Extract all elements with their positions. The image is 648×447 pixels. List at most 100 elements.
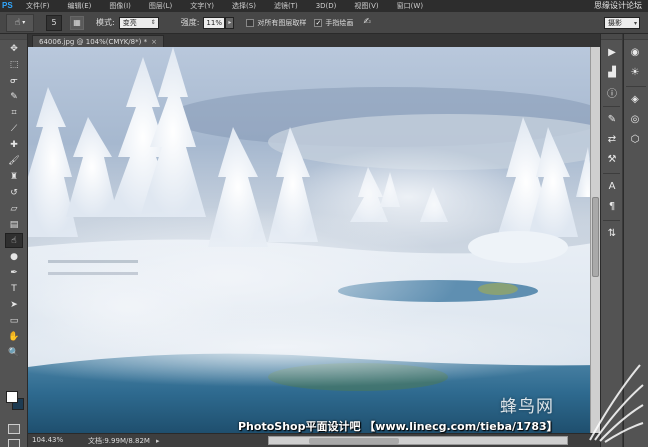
- document-canvas[interactable]: [28, 47, 600, 433]
- workspace-value: 摄影: [608, 19, 622, 27]
- lasso-tool-icon[interactable]: ᓂ: [5, 73, 23, 88]
- color-icon[interactable]: ◉: [627, 45, 643, 60]
- mode-label: 模式:: [96, 18, 115, 27]
- tool-preset-picker[interactable]: ☝ ▾: [6, 13, 34, 32]
- shape-tool-icon[interactable]: ▭: [5, 313, 23, 328]
- horizontal-scroll-thumb[interactable]: [309, 438, 399, 444]
- dock-separator: [603, 106, 620, 107]
- menu-type[interactable]: 文字(Y): [180, 1, 222, 11]
- dock-grip[interactable]: [624, 34, 648, 40]
- strength-input[interactable]: 11%: [203, 16, 226, 29]
- histogram-icon[interactable]: ▟: [604, 65, 620, 80]
- strength-value: 11%: [206, 18, 222, 27]
- toolbox-grip[interactable]: [0, 34, 27, 40]
- menu-view[interactable]: 视图(V): [344, 1, 386, 11]
- brush-panel-icon: ▦: [73, 18, 81, 27]
- horizontal-scrollbar[interactable]: [268, 436, 568, 445]
- info-icon[interactable]: ⓘ: [604, 85, 620, 100]
- channels-icon[interactable]: ◎: [627, 112, 643, 127]
- chevron-right-icon[interactable]: ▸: [156, 437, 160, 445]
- zoom-tool-icon[interactable]: 🔍: [5, 345, 23, 360]
- strength-dropdown[interactable]: ▸: [225, 16, 235, 29]
- smudge-tool-icon[interactable]: ☝: [5, 233, 23, 248]
- paths-icon[interactable]: ⬡: [627, 132, 643, 147]
- dock-separator: [626, 86, 646, 87]
- paragraph-icon[interactable]: ¶: [604, 199, 620, 214]
- smudge-icon: ☝: [14, 17, 21, 28]
- path-select-tool-icon[interactable]: ➤: [5, 297, 23, 312]
- swatches-icon[interactable]: ⇅: [604, 226, 620, 241]
- snow-landscape-image: [28, 47, 600, 433]
- clone-stamp-tool-icon[interactable]: ♜: [5, 169, 23, 184]
- sample-all-layers-label: 对所有图层取样: [257, 18, 307, 27]
- zoom-level-field[interactable]: 104.43%: [32, 435, 68, 446]
- ps-logo: PS: [2, 1, 13, 10]
- type-tool-icon[interactable]: T: [5, 281, 23, 296]
- marquee-tool-icon[interactable]: ⬚: [5, 57, 23, 72]
- vertical-scroll-thumb[interactable]: [592, 197, 599, 277]
- menu-select[interactable]: 选择(S): [222, 1, 264, 11]
- crop-tool-icon[interactable]: ⌗: [5, 105, 23, 120]
- dodge-tool-icon[interactable]: ●: [5, 249, 23, 264]
- document-tab[interactable]: 64006.jpg @ 104%(CMYK/8*) * ×: [32, 35, 164, 47]
- dock-separator: [603, 220, 620, 221]
- chevron-down-icon: ▾: [22, 19, 26, 26]
- eraser-tool-icon[interactable]: ▱: [5, 201, 23, 216]
- bird-wing-logo: [589, 364, 644, 443]
- layers-icon[interactable]: ◈: [627, 92, 643, 107]
- chevron-down-icon: ▸: [228, 19, 232, 26]
- healing-brush-tool-icon[interactable]: ✚: [5, 137, 23, 152]
- character-icon[interactable]: A: [604, 179, 620, 194]
- play-icon[interactable]: ▶: [604, 45, 620, 60]
- eyedropper-tool-icon[interactable]: ⟋: [5, 121, 23, 136]
- menu-edit[interactable]: 编辑(E): [58, 1, 100, 11]
- pressure-icon[interactable]: ✍: [363, 17, 375, 29]
- chevron-down-icon: ▾: [633, 19, 637, 27]
- document-size: 文档:9.99M/8.82M: [88, 436, 150, 445]
- close-icon[interactable]: ×: [151, 38, 157, 46]
- mode-value: 变亮: [122, 18, 137, 27]
- menu-layer[interactable]: 图层(L): [139, 1, 180, 11]
- document-tab-bar: 64006.jpg @ 104%(CMYK/8*) * ×: [28, 34, 600, 47]
- options-bar: ☝ ▾ 5 ▦ 模式: 变亮 ⇕ 强度: 11% ▸ 对所有图层取样 ✓ 手指绘画 …: [0, 12, 648, 34]
- quick-select-tool-icon[interactable]: ✎: [5, 89, 23, 104]
- menu-image[interactable]: 图像(I): [99, 1, 139, 11]
- brush-size-value: 5: [51, 18, 57, 27]
- menu-file[interactable]: 文件(F): [16, 1, 58, 11]
- menu-filter[interactable]: 滤镜(T): [264, 1, 306, 11]
- strength-label: 强度:: [180, 18, 200, 27]
- dock-grip[interactable]: [601, 34, 622, 40]
- adjustments-icon[interactable]: ☀: [627, 65, 643, 80]
- screen-mode-button[interactable]: [8, 439, 20, 447]
- hand-tool-icon[interactable]: ✋: [5, 329, 23, 344]
- clone-source-icon[interactable]: ⇄: [604, 132, 620, 147]
- menu-bar: PS 文件(F) 编辑(E) 图像(I) 图层(L) 文字(Y) 选择(S) 滤…: [0, 0, 648, 12]
- brush-preset-icon[interactable]: ✎: [604, 112, 620, 127]
- sample-all-layers-checkbox[interactable]: [246, 18, 255, 27]
- status-bar: 104.43% 文档:9.99M/8.82M ▸: [28, 433, 600, 447]
- mode-select[interactable]: 变亮 ⇕: [118, 16, 159, 29]
- dock-separator: [603, 173, 620, 174]
- finger-painting-checkbox[interactable]: ✓: [314, 18, 323, 27]
- foreground-color-swatch[interactable]: [6, 391, 18, 403]
- photoshop-window: PS 文件(F) 编辑(E) 图像(I) 图层(L) 文字(Y) 选择(S) 滤…: [0, 0, 648, 447]
- brush-tool-icon[interactable]: 🖌: [5, 153, 23, 168]
- chevron-down-icon: ⇕: [150, 19, 156, 26]
- move-tool-icon[interactable]: ✥: [5, 41, 23, 56]
- gradient-tool-icon[interactable]: ▤: [5, 217, 23, 232]
- quick-mask-button[interactable]: [8, 424, 20, 434]
- finger-painting-label: 手指绘画: [325, 18, 354, 27]
- brush-size-picker[interactable]: 5: [46, 14, 62, 31]
- menu-window[interactable]: 窗口(W): [387, 1, 431, 11]
- pen-tool-icon[interactable]: ✒: [5, 265, 23, 280]
- site-watermark: 思缘设计论坛: [594, 1, 642, 10]
- document-tab-title: 64006.jpg @ 104%(CMYK/8*) *: [39, 38, 148, 46]
- workspace-select[interactable]: 摄影 ▾: [604, 17, 640, 29]
- history-brush-tool-icon[interactable]: ↺: [5, 185, 23, 200]
- menu-3d[interactable]: 3D(D): [306, 2, 345, 10]
- color-swatches: [5, 390, 25, 412]
- brush-panel-toggle[interactable]: ▦: [70, 15, 84, 30]
- tool-preset-icon[interactable]: ⚒: [604, 152, 620, 167]
- tools-panel: ✥ ⬚ ᓂ ✎ ⌗ ⟋ ✚ 🖌 ♜ ↺ ▱ ▤ ☝ ● ✒ T ➤ ▭ ✋ 🔍: [0, 34, 28, 447]
- forum-caption: PhotoShop平面设计吧 【www.linecg.com/tieba/178…: [238, 420, 558, 433]
